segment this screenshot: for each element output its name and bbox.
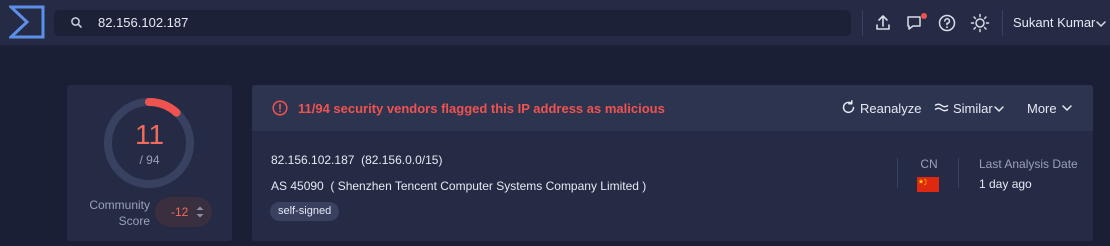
last-analysis-label: Last Analysis Date: [979, 157, 1078, 171]
last-analysis-value: 1 day ago: [979, 177, 1032, 191]
refresh-icon[interactable]: [841, 100, 856, 115]
search-icon: [70, 16, 84, 30]
upload-icon[interactable]: [872, 12, 894, 34]
community-score-label: Community Score: [89, 198, 150, 228]
toolbar-divider: [1002, 10, 1003, 36]
details-divider: [958, 158, 959, 188]
china-flag-icon: [917, 177, 939, 192]
country-code: CN: [920, 157, 938, 171]
detection-count: 11: [134, 119, 165, 150]
more-button[interactable]: More: [1027, 101, 1057, 116]
chevron-down-icon[interactable]: [993, 102, 1008, 117]
chevron-down-icon[interactable]: [1061, 101, 1076, 116]
virustotal-logo-icon[interactable]: [7, 5, 45, 39]
details-divider: [897, 158, 898, 188]
notification-badge: [921, 13, 927, 19]
toolbar-divider: [862, 10, 863, 36]
sun-icon[interactable]: [969, 12, 991, 34]
alert-message: 11/94 security vendors flagged this IP a…: [298, 101, 665, 116]
ip-address-range: 82.156.102.187 (82.156.0.0/15): [271, 153, 443, 167]
search-bar[interactable]: 82.156.102.187: [54, 10, 851, 36]
user-menu[interactable]: Sukant Kumar: [1013, 15, 1095, 30]
detection-total: / 94: [139, 153, 160, 167]
top-bar: 82.156.102.187 Sukant Kumar: [0, 0, 1110, 46]
vote-arrows-icon[interactable]: [195, 204, 205, 220]
autonomous-system[interactable]: AS 45090 ( Shenzhen Tencent Computer Sys…: [271, 179, 646, 193]
tag-self-signed[interactable]: self-signed: [270, 202, 340, 221]
search-input[interactable]: 82.156.102.187: [98, 15, 188, 30]
similar-button[interactable]: Similar: [953, 101, 993, 116]
help-icon[interactable]: [936, 12, 958, 34]
reanalyze-button[interactable]: Reanalyze: [860, 101, 921, 116]
community-score-pill[interactable]: -12: [155, 197, 212, 227]
similar-icon[interactable]: [934, 100, 949, 115]
alert-circle-icon: [272, 100, 288, 116]
ip-summary-panel: 11/94 security vendors flagged this IP a…: [252, 85, 1093, 241]
chevron-down-icon[interactable]: [1095, 17, 1107, 29]
community-score-value: -12: [171, 205, 189, 219]
alert-header: 11/94 security vendors flagged this IP a…: [252, 85, 1093, 131]
detection-score-card: 11 / 94 Community Score -12: [67, 85, 232, 241]
